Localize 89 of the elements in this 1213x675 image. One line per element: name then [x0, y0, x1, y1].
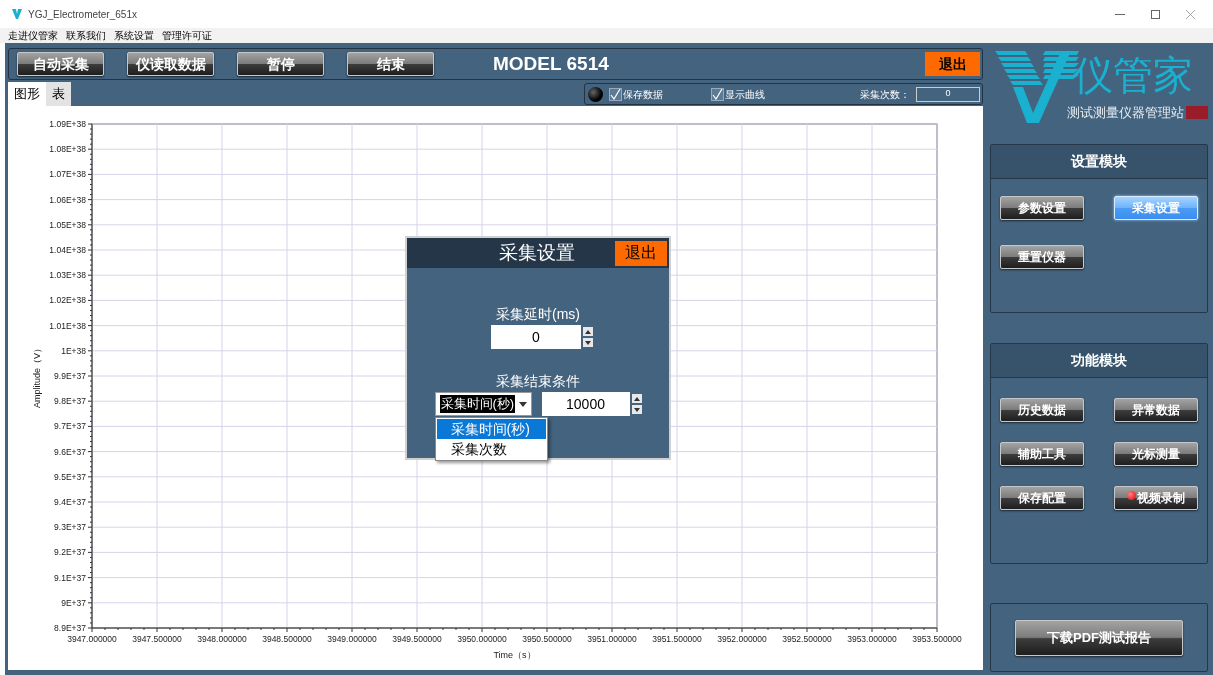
y-tick-label: 9.5E+37: [54, 471, 86, 482]
checkbox[interactable]: [609, 87, 622, 101]
y-tick-label: 1.02E+38: [49, 295, 86, 306]
caret-icon: [518, 401, 527, 407]
report-button[interactable]: 下载PDF测试报告: [1015, 619, 1183, 656]
y-tick-label: 1.06E+38: [49, 194, 86, 205]
y-axis-title: Amplitude（V）: [32, 344, 42, 408]
field-label: 采集结束条件: [496, 372, 580, 391]
spin-down-icon[interactable]: [631, 405, 642, 414]
panel-title: 设置模块: [1071, 152, 1127, 171]
tab[interactable]: 图形: [8, 82, 46, 106]
model-label: MODEL 6514: [493, 51, 609, 76]
app-icon: [12, 9, 22, 19]
y-tick-label: 1.08E+38: [49, 144, 86, 155]
logo-tagline: 测试测量仪器管理站: [1067, 104, 1184, 122]
y-tick-label: 9.4E+37: [54, 497, 86, 507]
field-label: 采集延时(ms): [496, 305, 580, 324]
dropdown-value: 采集时间(秒): [439, 395, 516, 413]
y-tick-label: 1.05E+38: [49, 219, 86, 230]
x-tick-label: 3950.000000: [457, 634, 507, 644]
y-tick-label: 1.09E+38: [49, 119, 86, 129]
y-tick-label: 9E+37: [61, 597, 86, 608]
x-tick-label: 3947.500000: [132, 634, 182, 644]
logo-name: 仪管家: [1072, 52, 1194, 99]
function-button[interactable]: 历史数据: [1000, 398, 1084, 422]
record-icon: [1127, 490, 1136, 500]
maximize-icon[interactable]: [1151, 9, 1160, 19]
x-tick-label: 3948.500000: [262, 634, 312, 644]
count-field: 0: [916, 86, 980, 102]
toolbar-button[interactable]: 暂停: [237, 52, 324, 76]
y-tick-label: 1.01E+38: [49, 320, 86, 331]
delay-input[interactable]: 0: [491, 325, 581, 349]
exit-button[interactable]: 退出: [615, 240, 667, 266]
exit-button[interactable]: 退出: [925, 52, 980, 76]
minimize-icon[interactable]: [1115, 13, 1125, 15]
y-tick-label: 9.9E+37: [54, 371, 86, 381]
function-button[interactable]: 辅助工具: [1000, 442, 1084, 466]
dropdown-option[interactable]: 采集次数: [436, 439, 546, 459]
settings-button[interactable]: 重置仪器: [1000, 245, 1084, 269]
x-tick-label: 3949.500000: [392, 634, 442, 644]
dropdown-option[interactable]: 采集时间(秒): [436, 419, 546, 439]
x-axis-title: Time（s）: [493, 650, 536, 660]
dialog-title: 采集设置: [499, 240, 575, 265]
function-button[interactable]: 保存配置: [1000, 486, 1084, 510]
x-tick-label: 3952.000000: [717, 634, 767, 644]
checkbox-label: 保存数据: [623, 87, 663, 102]
x-tick-label: 3950.500000: [522, 634, 572, 644]
toolbar-button[interactable]: 自动采集: [17, 52, 104, 76]
y-tick-label: 9.7E+37: [54, 421, 86, 432]
menu-item[interactable]: 联系我们: [66, 29, 106, 42]
toolbar-button[interactable]: 仪读取数据: [127, 52, 214, 76]
settings-button[interactable]: 参数设置: [1000, 196, 1084, 220]
y-tick-label: 9.8E+37: [54, 396, 86, 407]
spin-up-icon[interactable]: [583, 327, 593, 336]
count-label: 采集次数：: [860, 87, 910, 102]
end-condition-dropdown[interactable]: 采集时间(秒): [434, 392, 532, 416]
x-tick-label: 3951.500000: [652, 634, 702, 644]
y-tick-label: 1.07E+38: [49, 169, 86, 180]
y-tick-label: 8.9E+37: [54, 623, 86, 633]
x-tick-label: 3953.000000: [847, 634, 897, 644]
menu-item[interactable]: 管理许可证: [162, 29, 212, 42]
x-tick-label: 3953.500000: [912, 634, 962, 644]
y-tick-label: 9.1E+37: [54, 572, 86, 583]
logo-mark: [1186, 106, 1208, 120]
y-tick-label: 1E+38: [61, 345, 86, 356]
window-title: YGJ_Electrometer_651x: [28, 7, 137, 22]
checkbox-label: 显示曲线: [725, 87, 765, 102]
toolbar-button[interactable]: 结束: [347, 52, 434, 76]
y-tick-label: 9.6E+37: [54, 446, 86, 457]
end-value-input[interactable]: 10000: [541, 392, 630, 416]
y-tick-label: 9.3E+37: [54, 522, 86, 533]
spin-up-icon[interactable]: [631, 394, 642, 403]
panel-title: 功能模块: [1071, 351, 1127, 370]
function-button[interactable]: 光标测量: [1114, 442, 1198, 466]
menu-item[interactable]: 走进仪管家: [8, 29, 58, 42]
x-tick-label: 3951.000000: [587, 634, 637, 644]
x-tick-label: 3948.000000: [197, 634, 247, 644]
function-button[interactable]: 异常数据: [1114, 398, 1198, 422]
function-button[interactable]: 视频录制: [1114, 486, 1198, 510]
x-tick-label: 3947.000000: [67, 634, 117, 644]
checkbox[interactable]: [711, 87, 724, 101]
x-tick-label: 3952.500000: [782, 634, 832, 644]
tab[interactable]: 表: [46, 82, 71, 106]
spin-down-icon[interactable]: [583, 338, 593, 347]
menu-item[interactable]: 系统设置: [114, 29, 154, 42]
y-tick-label: 1.04E+38: [49, 245, 86, 255]
x-tick-label: 3949.000000: [327, 634, 377, 644]
y-tick-label: 1.03E+38: [49, 270, 86, 281]
y-tick-label: 9.2E+37: [54, 547, 86, 558]
